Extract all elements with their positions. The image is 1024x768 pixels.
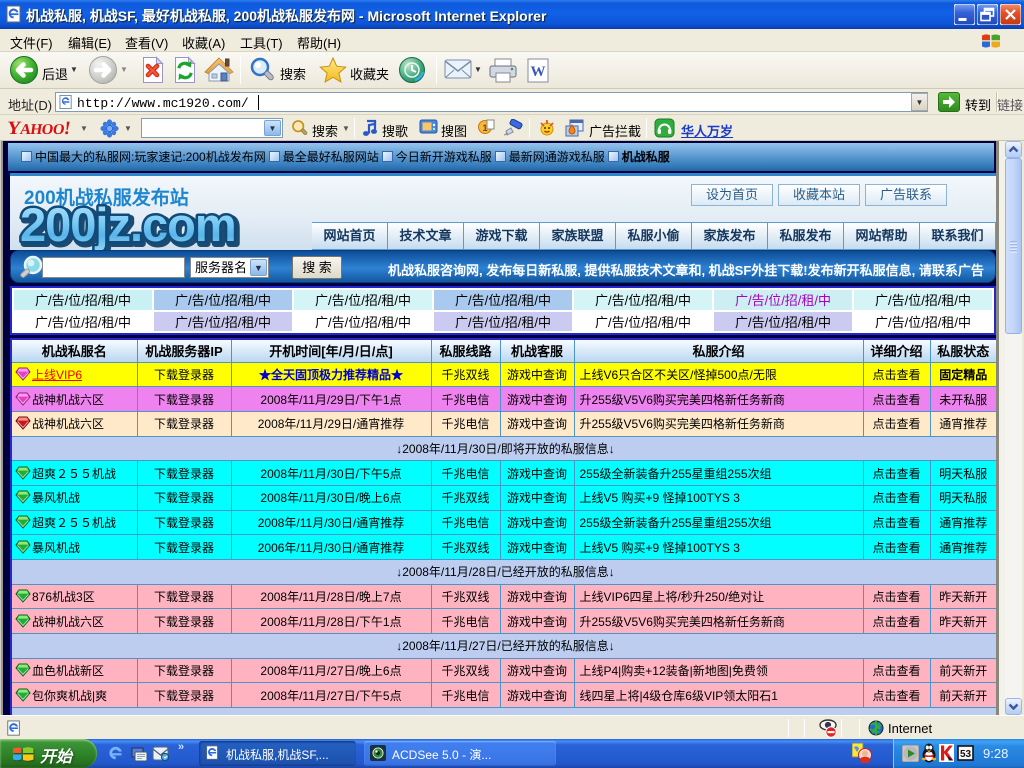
svg-text:53: 53 — [960, 749, 972, 760]
svg-text:W: W — [531, 64, 546, 80]
svg-text:200jz.com: 200jz.com — [20, 198, 236, 251]
